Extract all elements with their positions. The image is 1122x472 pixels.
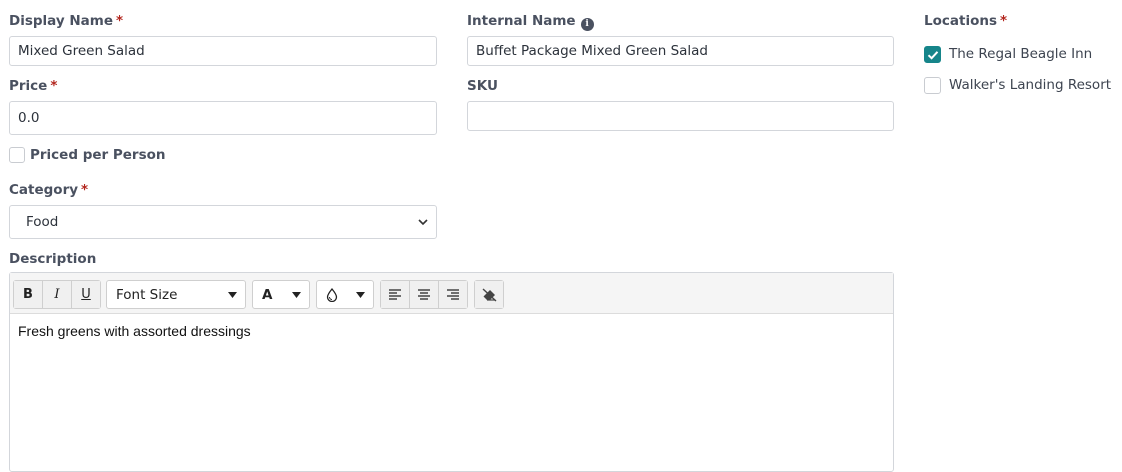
price-label: Price * [9,78,58,94]
internal-name-input[interactable]: Buffet Package Mixed Green Salad [467,36,894,66]
chevron-down-icon [418,219,428,226]
align-left-button[interactable] [381,281,410,308]
sku-input[interactable] [467,101,894,131]
internal-name-label: Internal Name i [467,13,594,31]
category-selected-value: Food [26,214,59,230]
price-value: 0.0 [18,110,40,126]
info-icon[interactable]: i [580,18,594,31]
checkmark-icon [927,51,939,60]
category-select[interactable]: Food [9,205,437,239]
eraser-icon [482,287,496,302]
display-name-input[interactable]: Mixed Green Salad [9,36,437,66]
sku-label: SKU [467,78,498,94]
bold-button[interactable]: B [14,281,43,308]
font-color-dropdown[interactable]: A [252,280,310,309]
description-editor[interactable]: B I U Font Size A Fresh greens with asso… [9,272,894,472]
align-left-icon [389,288,401,300]
description-content[interactable]: Fresh greens with assorted dressings [18,323,251,339]
droplet-icon [326,287,338,302]
clear-format-button[interactable] [475,281,503,308]
location-checkbox-walkers-landing[interactable] [924,77,941,94]
description-label: Description [9,251,97,267]
font-color-icon: A [262,286,273,303]
caret-down-icon [292,292,301,298]
category-label: Category * [9,182,89,198]
align-right-icon [447,288,459,300]
text-style-group: B I U [13,280,101,309]
priced-per-person-label: Priced per Person [30,147,166,163]
display-name-value: Mixed Green Salad [18,43,145,59]
clear-format-group [474,280,504,309]
caret-down-icon [356,292,365,298]
location-checkbox-regal-beagle[interactable] [924,46,941,63]
underline-button[interactable]: U [72,281,100,308]
display-name-label: Display Name * [9,13,124,29]
highlight-dropdown[interactable] [316,280,374,309]
italic-button[interactable]: I [43,281,72,308]
align-center-button[interactable] [410,281,439,308]
editor-toolbar: B I U Font Size A [10,273,893,314]
internal-name-value: Buffet Package Mixed Green Salad [476,43,709,59]
font-size-dropdown[interactable]: Font Size [106,280,246,309]
align-center-icon [418,288,430,300]
locations-label: Locations * [924,13,1008,29]
location-label-regal-beagle: The Regal Beagle Inn [949,46,1093,62]
caret-down-icon [228,292,237,298]
align-group [380,280,468,309]
priced-per-person-checkbox[interactable] [9,147,25,163]
location-label-walkers-landing: Walker's Landing Resort [949,77,1112,93]
price-input[interactable]: 0.0 [9,101,437,135]
align-right-button[interactable] [439,281,467,308]
